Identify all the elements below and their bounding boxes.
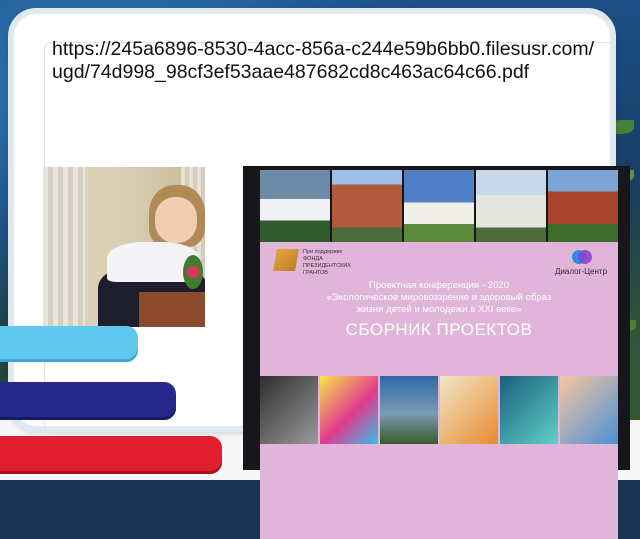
- topic-photo: [560, 376, 618, 444]
- conference-subtitle-line: «Экологическое мировоззрение и здоровый …: [326, 292, 552, 303]
- topic-photo: [440, 376, 498, 444]
- decorative-bar-navy: [0, 382, 176, 420]
- school-photo: [476, 170, 546, 242]
- dialog-center-name: Диалог-Центр: [555, 267, 608, 276]
- topic-photos-row: [260, 376, 618, 444]
- topic-photo: [320, 376, 378, 444]
- decorative-bar-cyan: [0, 326, 138, 362]
- collection-heading: СБОРНИК ПРОЕКТОВ: [345, 320, 533, 339]
- school-photos-row: [260, 170, 618, 242]
- school-photo: [548, 170, 618, 242]
- fund-text: При поддержке ФОНДА ПРЕЗИДЕНТСКИХ ГРАНТО…: [303, 249, 351, 276]
- presidential-grants-logo: [273, 249, 299, 271]
- topic-photo: [260, 376, 318, 444]
- topic-photo: [380, 376, 438, 444]
- conference-subtitle-line: жизни детей и молодежи в XXI веке»: [356, 304, 522, 315]
- school-photo: [404, 170, 474, 242]
- conference-title: Проектная конференция - 2020: [368, 280, 510, 291]
- pdf-link[interactable]: https://245a6896-8530-4acc-856a-c244e59b…: [52, 38, 597, 84]
- student-photo: [43, 167, 205, 327]
- dialog-center-logo: [572, 250, 592, 264]
- decorative-bar-red: [0, 436, 222, 474]
- topic-photo: [500, 376, 558, 444]
- booklet-cover-image: При поддержке ФОНДА ПРЕЗИДЕНТСКИХ ГРАНТО…: [243, 166, 630, 539]
- school-photo: [332, 170, 402, 242]
- school-photo: [260, 170, 330, 242]
